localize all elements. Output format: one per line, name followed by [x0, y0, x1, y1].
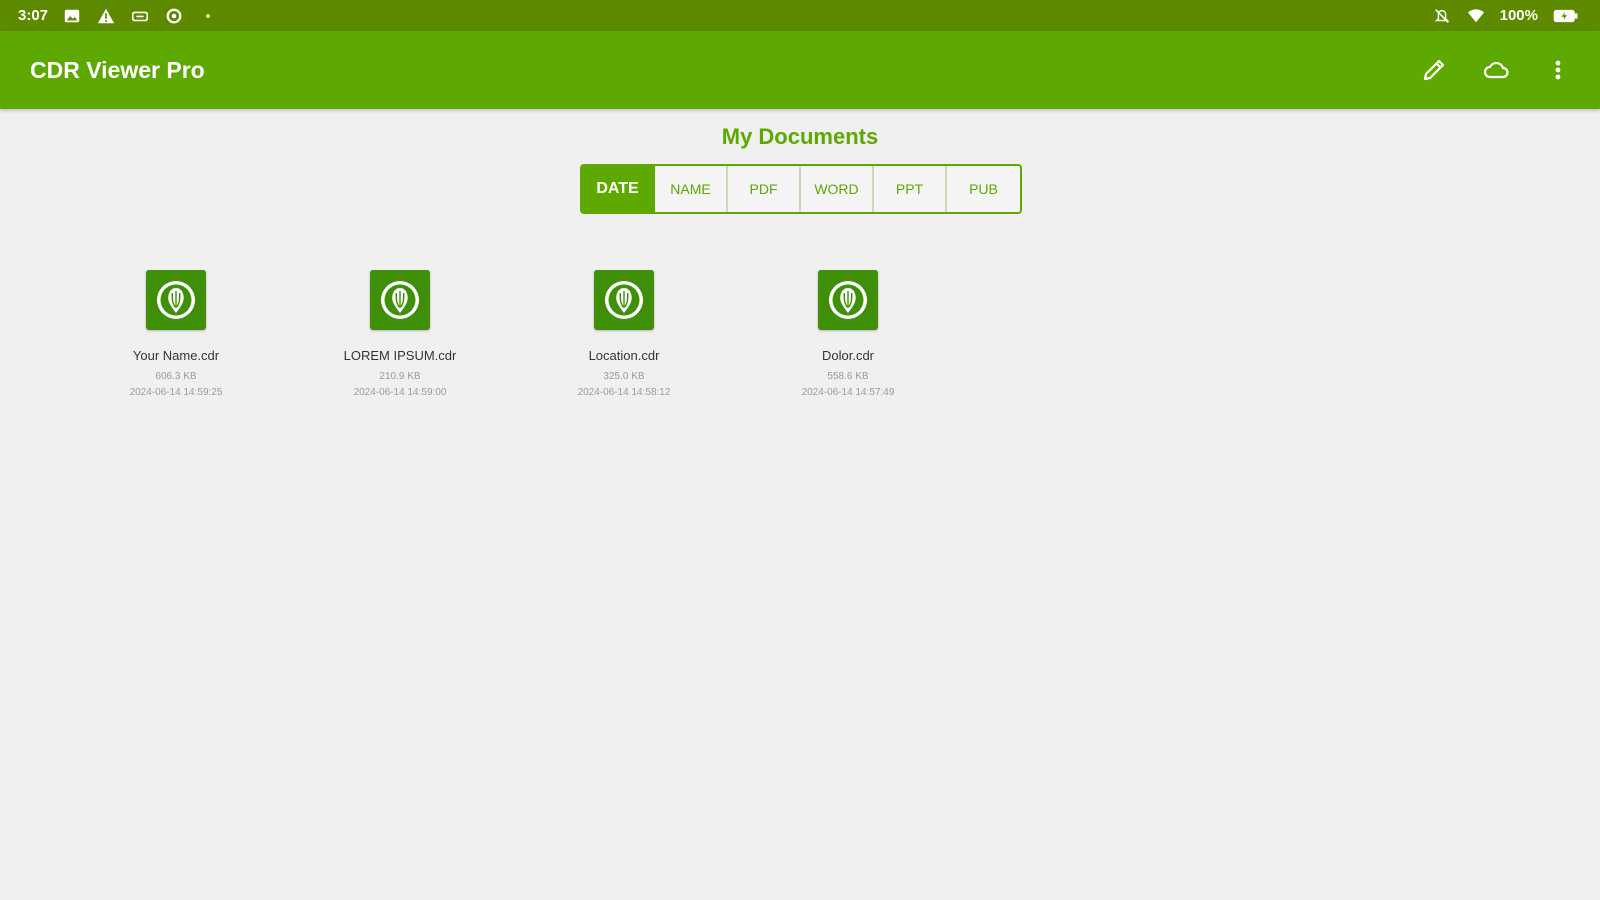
file-size: 558.6 KB [827, 371, 869, 382]
cast-icon [130, 6, 150, 26]
file-item[interactable]: Your Name.cdr 606.3 KB 2024-06-14 14:59:25 [64, 270, 288, 398]
file-item[interactable]: Dolor.cdr 558.6 KB 2024-06-14 14:57:49 [736, 270, 960, 398]
cloud-icon[interactable] [1480, 54, 1512, 86]
filter-tabs: DATE NAME PDF WORD PPT PUB [580, 164, 1022, 214]
page-title: My Documents [721, 124, 879, 149]
status-left: 3:07 [18, 6, 218, 26]
cdr-file-icon [818, 270, 878, 330]
filter-tab-ppt[interactable]: PPT [874, 166, 947, 212]
edit-icon[interactable] [1418, 54, 1450, 86]
file-date: 2024-06-14 14:59:00 [353, 387, 447, 398]
cdr-file-icon [370, 270, 430, 330]
file-date: 2024-06-14 14:57:49 [801, 387, 895, 398]
filter-tab-date[interactable]: DATE [582, 166, 655, 212]
status-bar: 3:07 100% [0, 0, 1600, 31]
more-vert-icon[interactable] [1542, 54, 1574, 86]
wifi-icon [1466, 6, 1486, 26]
app-title: CDR Viewer Pro [30, 56, 205, 83]
file-size: 606.3 KB [155, 371, 197, 382]
file-item[interactable]: LOREM IPSUM.cdr 210.9 KB 2024-06-14 14:59:… [288, 270, 512, 398]
battery-percent: 100% [1499, 7, 1538, 24]
filter-tab-pub[interactable]: PUB [947, 166, 1020, 212]
warning-icon [96, 6, 116, 26]
cdr-file-icon [594, 270, 654, 330]
file-date: 2024-06-14 14:58:12 [577, 387, 671, 398]
file-name: Location.cdr [588, 348, 660, 363]
cdr-file-icon [146, 270, 206, 330]
dot-icon [198, 6, 218, 26]
file-grid: Your Name.cdr 606.3 KB 2024-06-14 14:59:25… [64, 270, 960, 398]
battery-icon [1552, 6, 1580, 26]
file-size: 210.9 KB [379, 371, 421, 382]
filter-tab-pdf[interactable]: PDF [728, 166, 801, 212]
app-bar: CDR Viewer Pro [0, 31, 1600, 109]
status-time: 3:07 [18, 7, 49, 24]
sync-icon [164, 6, 184, 26]
mute-icon [1432, 6, 1452, 26]
file-name: Dolor.cdr [821, 348, 875, 363]
filter-tab-word[interactable]: WORD [801, 166, 874, 212]
app-actions [1418, 54, 1574, 86]
image-icon [62, 6, 82, 26]
file-date: 2024-06-14 14:59:25 [129, 387, 223, 398]
filter-tab-name[interactable]: NAME [655, 166, 728, 212]
file-size: 325.0 KB [603, 371, 645, 382]
file-name: LOREM IPSUM.cdr [343, 348, 457, 363]
file-item[interactable]: Location.cdr 325.0 KB 2024-06-14 14:58:12 [512, 270, 736, 398]
status-right: 100% [1432, 6, 1580, 26]
file-name: Your Name.cdr [132, 348, 220, 363]
